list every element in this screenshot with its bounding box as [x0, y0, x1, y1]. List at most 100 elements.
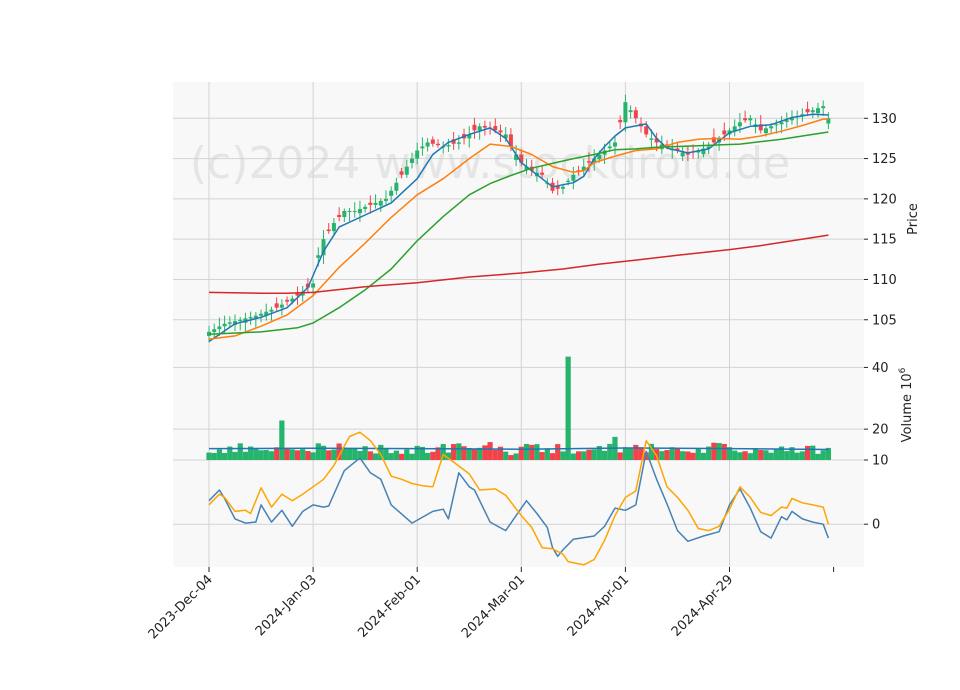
volume-bar [685, 451, 691, 460]
candle-body [352, 210, 357, 212]
volume-bar [404, 449, 410, 460]
volume-bar [768, 452, 774, 460]
volume-bar [529, 444, 535, 460]
volume-bar [810, 445, 816, 460]
candle-body [586, 161, 591, 163]
candle-body [743, 118, 748, 121]
candle-body [378, 200, 383, 206]
volume-bar [440, 444, 446, 460]
candle-body [409, 158, 414, 163]
volume-bar [284, 448, 290, 460]
volume-bar [820, 450, 826, 460]
candle-body [769, 126, 774, 129]
volume-bar [310, 452, 316, 460]
volume-bar [409, 453, 415, 460]
volume-bar [628, 447, 634, 460]
candle-body [337, 214, 342, 217]
candle-body [227, 322, 232, 324]
price-tick-label: 120 [872, 192, 897, 207]
candle-body [763, 128, 768, 134]
candle-body [540, 172, 545, 175]
candle-body [607, 146, 612, 149]
candle-body [331, 223, 336, 232]
volume-bar [680, 451, 686, 460]
volume-bar [700, 452, 707, 460]
candle-body [680, 152, 685, 157]
volume-bar [794, 452, 800, 460]
price-tick-label: 105 [872, 313, 897, 328]
candle-body [560, 186, 565, 189]
price-axis-label: Price [906, 203, 921, 235]
candle-body [222, 323, 227, 327]
volume-bar [575, 451, 582, 460]
candle-body [311, 283, 316, 288]
volume-tick-label: 40 [872, 361, 889, 376]
volume-bar [539, 452, 545, 460]
macd-panel [173, 460, 864, 567]
candle-body [633, 110, 638, 119]
volume-bar [773, 448, 779, 460]
x-tick-label: 2024-Feb-01 [355, 572, 424, 641]
volume-bar [503, 451, 509, 460]
volume-bar [747, 453, 753, 460]
candle-body [722, 130, 727, 135]
volume-bar [216, 449, 223, 460]
volume-bar [352, 448, 358, 460]
candle-body [779, 122, 784, 125]
volume-bar [799, 451, 805, 460]
candle-body [446, 145, 451, 147]
volume-bar [711, 442, 717, 460]
candle-body [248, 317, 253, 319]
volume-bar [565, 356, 571, 460]
volume-bar [471, 449, 478, 460]
volume-bar [258, 450, 264, 460]
volume-bar [430, 451, 436, 460]
volume-bar [586, 449, 592, 460]
volume-tick-label: 10 [872, 454, 889, 469]
candle-body [498, 130, 503, 133]
volume-bar [425, 452, 431, 460]
volume-bar [237, 443, 243, 460]
volume-bar [732, 450, 738, 460]
x-tick-label: 2024-Apr-29 [669, 572, 736, 639]
candle-body [342, 210, 347, 217]
candle-body [259, 313, 264, 316]
volume-bar [669, 447, 675, 460]
candle-body [383, 198, 388, 201]
x-tick-label: 2024-Jan-03 [253, 572, 320, 639]
volume-bar [758, 450, 764, 460]
candle-body [774, 124, 779, 126]
candle-body [357, 208, 362, 214]
volume-bar [253, 449, 259, 460]
volume-bar [716, 443, 722, 460]
candle-body [628, 110, 633, 113]
candle-body [477, 126, 482, 131]
volume-bar [451, 444, 457, 460]
volume-bar [331, 449, 337, 460]
candle-body [404, 166, 409, 175]
volume-axis-label: Volume 106 [898, 367, 915, 442]
volume-panel [173, 352, 864, 460]
candle-body [363, 206, 368, 209]
candle-body [612, 142, 617, 147]
candle-body [482, 125, 487, 128]
volume-bar [289, 449, 295, 460]
volume-bar [581, 451, 587, 460]
volume-bar [633, 444, 639, 460]
candle-body [737, 122, 742, 127]
candle-body [269, 309, 274, 312]
volume-bar [664, 450, 670, 460]
price-tick-label: 125 [872, 152, 897, 167]
volume-axis-label-exponent: 6 [898, 367, 908, 373]
volume-bar [695, 448, 701, 460]
volume-bar [398, 453, 405, 460]
volume-bar [222, 453, 228, 460]
volume-bar [487, 442, 493, 460]
volume-bar [300, 449, 306, 460]
volume-bar [737, 452, 743, 460]
volume-bar [513, 453, 519, 460]
volume-bar [622, 447, 628, 460]
volume-bar [763, 450, 769, 460]
volume-axis-label-text: Volume 10 [900, 373, 915, 442]
volume-bar [560, 451, 566, 460]
